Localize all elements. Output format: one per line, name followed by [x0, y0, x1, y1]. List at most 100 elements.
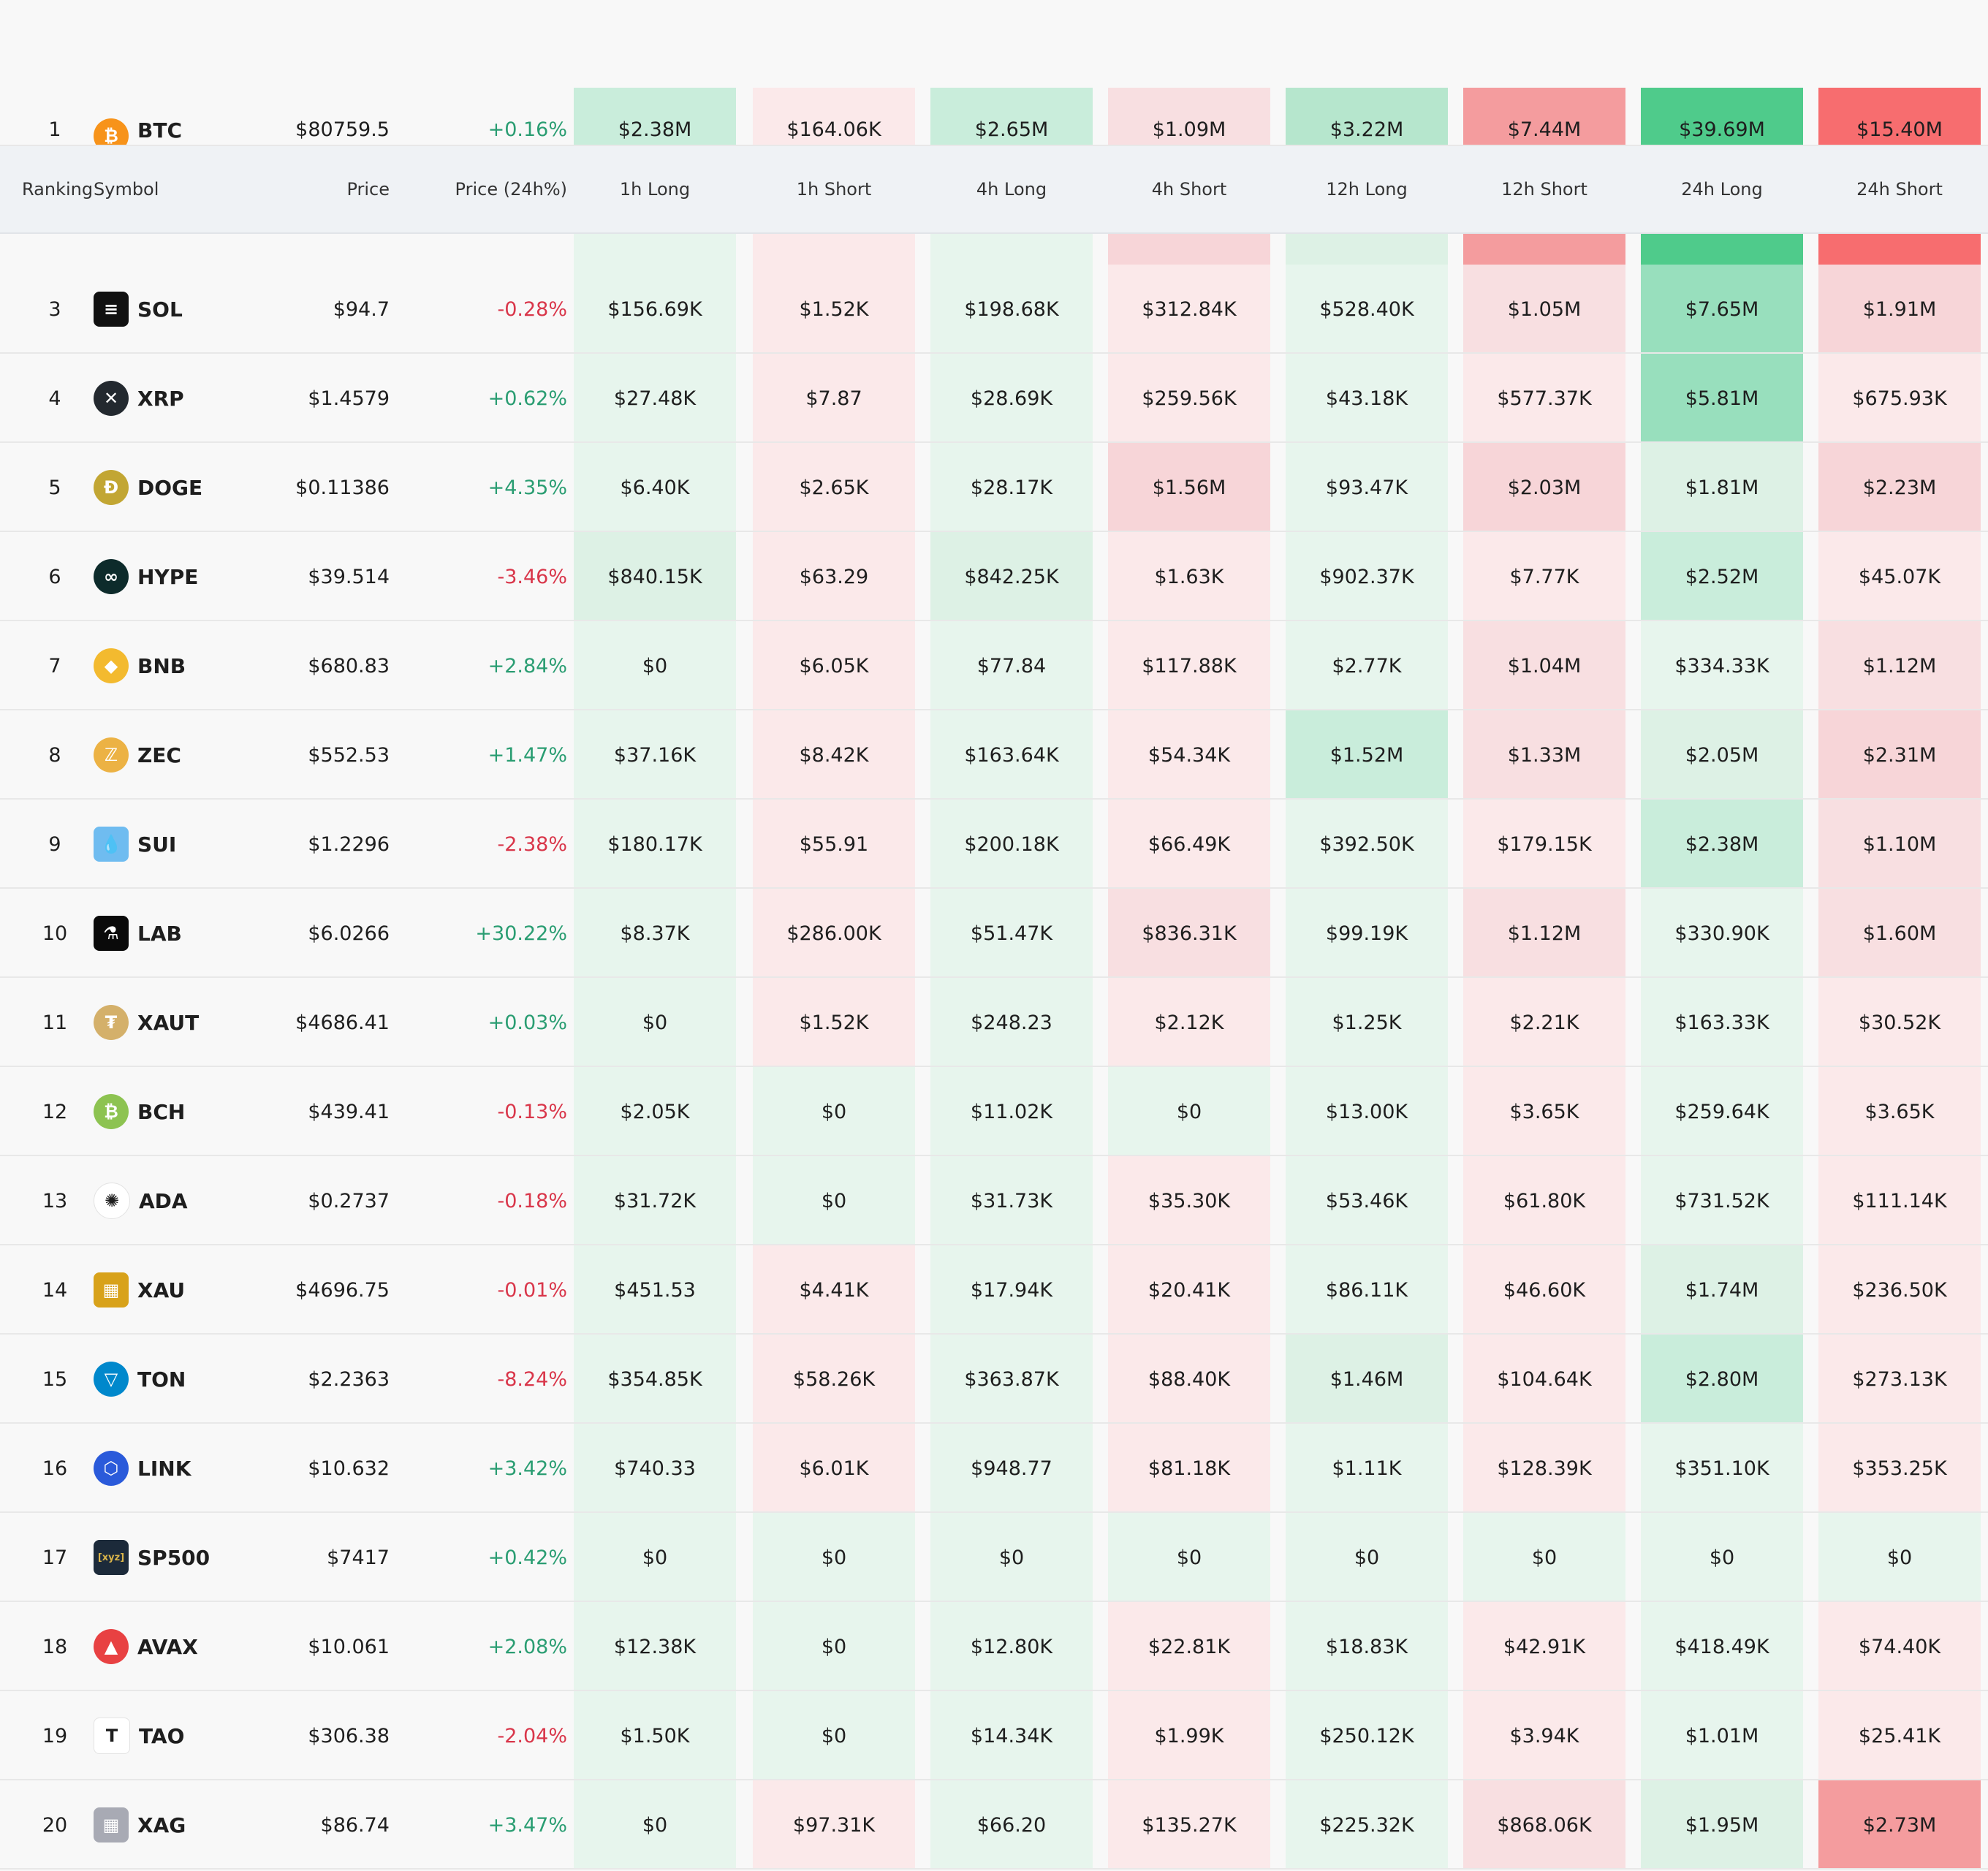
liquidation-cell[interactable]: $6.01K — [753, 1424, 915, 1513]
liquidation-cell[interactable]: $1.11K — [1286, 1424, 1448, 1513]
liquidation-cell[interactable]: $2.80M — [1641, 1335, 1803, 1424]
liquidation-cell[interactable]: $354.85K — [574, 1335, 736, 1424]
table-row[interactable]: $840.15K $63.29 $842.25K $1.63K $902.37K $7.7… — [0, 532, 1988, 621]
column-header-symbol[interactable]: Symbol — [94, 146, 181, 232]
table-row[interactable]: $31.72K $0 $31.73K $35.30K $53.46K $61.80K $73… — [0, 1156, 1988, 1245]
liquidation-cell[interactable]: $2.23M — [1818, 443, 1981, 532]
liquidation-cell[interactable]: $1.95M — [1641, 1780, 1803, 1870]
liquidation-cell[interactable]: $7.65M — [1641, 265, 1803, 354]
liquidation-cell[interactable]: $163.33K — [1641, 978, 1803, 1067]
column-header-12h-short[interactable]: 12h Short — [1463, 146, 1625, 232]
liquidation-cell[interactable]: $1.10M — [1818, 800, 1981, 889]
liquidation-cell[interactable]: $46.60K — [1463, 1245, 1625, 1335]
column-header-24h-long[interactable]: 24h Long — [1641, 146, 1803, 232]
liquidation-cell[interactable]: $2.05K — [574, 1067, 736, 1156]
liquidation-cell[interactable]: $836.31K — [1108, 889, 1270, 978]
liquidation-cell[interactable]: $351.10K — [1641, 1424, 1803, 1513]
liquidation-cell[interactable]: $0 — [574, 621, 736, 710]
liquidation-cell[interactable]: $334.33K — [1641, 621, 1803, 710]
column-header-price[interactable]: Price — [241, 146, 390, 232]
liquidation-cell[interactable]: $948.77 — [930, 1424, 1093, 1513]
liquidation-cell[interactable]: $0 — [1108, 1513, 1270, 1602]
liquidation-cell[interactable]: $163.64K — [930, 710, 1093, 800]
column-header-4h-long[interactable]: 4h Long — [930, 146, 1093, 232]
liquidation-cell[interactable]: $1.52K — [753, 265, 915, 354]
liquidation-cell[interactable]: $61.80K — [1463, 1156, 1625, 1245]
liquidation-cell[interactable]: $731.52K — [1641, 1156, 1803, 1245]
liquidation-cell[interactable]: $81.18K — [1108, 1424, 1270, 1513]
liquidation-cell[interactable]: $5.81M — [1641, 354, 1803, 443]
liquidation-cell[interactable]: $31.73K — [930, 1156, 1093, 1245]
liquidation-cell[interactable]: $15.40M — [1818, 88, 1981, 146]
liquidation-cell[interactable]: $0 — [574, 1513, 736, 1602]
liquidation-cell[interactable]: $7.44M — [1463, 88, 1625, 146]
liquidation-cell[interactable]: $1.09M — [1108, 88, 1270, 146]
liquidation-cell[interactable]: $63.29 — [753, 532, 915, 621]
liquidation-cell[interactable]: $902.37K — [1286, 532, 1448, 621]
liquidation-cell[interactable]: $2.38M — [1641, 800, 1803, 889]
liquidation-cell[interactable]: $11.02K — [930, 1067, 1093, 1156]
liquidation-cell[interactable]: $53.46K — [1286, 1156, 1448, 1245]
liquidation-cell[interactable]: $77.84 — [930, 621, 1093, 710]
liquidation-cell[interactable]: $675.93K — [1818, 354, 1981, 443]
column-header-1h-long[interactable]: 1h Long — [574, 146, 736, 232]
liquidation-cell[interactable]: $2.21K — [1463, 978, 1625, 1067]
liquidation-cell[interactable]: $12.38K — [574, 1602, 736, 1691]
liquidation-cell[interactable]: $14.34K — [930, 1691, 1093, 1780]
liquidation-cell[interactable]: $451.53 — [574, 1245, 736, 1335]
table-row[interactable]: $156.69K $1.52K $198.68K $312.84K $528.40K $1… — [0, 265, 1988, 354]
table-row[interactable]: $2.38M $164.06K $2.65M $1.09M $3.22M $7.44M $3… — [0, 0, 1988, 153]
liquidation-cell[interactable]: $39.69M — [1641, 88, 1803, 146]
liquidation-cell[interactable]: $88.40K — [1108, 1335, 1270, 1424]
liquidation-cell[interactable]: $0 — [1818, 1513, 1981, 1602]
liquidation-cell[interactable]: $28.69K — [930, 354, 1093, 443]
liquidation-cell[interactable]: $577.37K — [1463, 354, 1625, 443]
liquidation-cell[interactable]: $418.49K — [1641, 1602, 1803, 1691]
liquidation-cell[interactable]: $3.65K — [1463, 1067, 1625, 1156]
liquidation-cell[interactable]: $93.47K — [1286, 443, 1448, 532]
table-row[interactable]: $740.33 $6.01K $948.77 $81.18K $1.11K $128.39… — [0, 1424, 1988, 1513]
table-row[interactable]: $0 $97.31K $66.20 $135.27K $225.32K $868.06K $… — [0, 1780, 1988, 1870]
liquidation-cell[interactable]: $111.14K — [1818, 1156, 1981, 1245]
liquidation-cell[interactable]: $25.41K — [1818, 1691, 1981, 1780]
liquidation-cell[interactable]: $840.15K — [574, 532, 736, 621]
table-row[interactable]: $6.40K $2.65K $28.17K $1.56M $93.47K $2.03M $1… — [0, 443, 1988, 532]
liquidation-cell[interactable]: $1.12M — [1463, 889, 1625, 978]
liquidation-cell[interactable]: $1.04M — [1463, 621, 1625, 710]
liquidation-cell[interactable]: $4.41K — [753, 1245, 915, 1335]
liquidation-cell[interactable]: $156.69K — [574, 265, 736, 354]
liquidation-cell[interactable]: $259.56K — [1108, 354, 1270, 443]
table-row[interactable]: $0 $0 $0 $0 $0 $0 $0 $0 17 [xyz] SP500 $7417 +0.42% — [0, 1513, 1988, 1602]
table-row[interactable]: $2.05K $0 $11.02K $0 $13.00K $3.65K $259.64K $3… — [0, 1067, 1988, 1156]
liquidation-cell[interactable]: $2.77K — [1286, 621, 1448, 710]
liquidation-cell[interactable]: $392.50K — [1286, 800, 1448, 889]
liquidation-cell[interactable]: $2.52M — [1641, 532, 1803, 621]
table-row[interactable]: $180.17K $55.91 $200.18K $66.49K $392.50K $17… — [0, 800, 1988, 889]
column-header-4h-short[interactable]: 4h Short — [1108, 146, 1270, 232]
liquidation-cell[interactable]: $2.05M — [1641, 710, 1803, 800]
liquidation-cell[interactable]: $0 — [1108, 1067, 1270, 1156]
liquidation-cell[interactable]: $20.41K — [1108, 1245, 1270, 1335]
liquidation-cell[interactable]: $54.34K — [1108, 710, 1270, 800]
liquidation-cell[interactable]: $128.39K — [1463, 1424, 1625, 1513]
liquidation-cell[interactable]: $42.91K — [1463, 1602, 1625, 1691]
liquidation-cell[interactable]: $273.13K — [1818, 1335, 1981, 1424]
liquidation-cell[interactable]: $2.12K — [1108, 978, 1270, 1067]
table-row[interactable]: $354.85K $58.26K $363.87K $88.40K $1.46M $104… — [0, 1335, 1988, 1424]
liquidation-cell[interactable]: $1.01M — [1641, 1691, 1803, 1780]
liquidation-cell[interactable]: $0 — [753, 1513, 915, 1602]
column-header-1h-short[interactable]: 1h Short — [753, 146, 915, 232]
liquidation-cell[interactable]: $27.48K — [574, 354, 736, 443]
liquidation-cell[interactable]: $363.87K — [930, 1335, 1093, 1424]
liquidation-cell[interactable]: $1.25K — [1286, 978, 1448, 1067]
liquidation-cell[interactable]: $12.80K — [930, 1602, 1093, 1691]
liquidation-cell[interactable]: $30.52K — [1818, 978, 1981, 1067]
table-row[interactable]: $1.50K $0 $14.34K $1.99K $250.12K $3.94K $1.01… — [0, 1691, 1988, 1780]
liquidation-cell[interactable]: $1.74M — [1641, 1245, 1803, 1335]
liquidation-cell[interactable]: $7.87 — [753, 354, 915, 443]
liquidation-cell[interactable]: $868.06K — [1463, 1780, 1625, 1870]
liquidation-cell[interactable]: $1.91M — [1818, 265, 1981, 354]
liquidation-cell[interactable]: $7.77K — [1463, 532, 1625, 621]
liquidation-cell[interactable]: $22.81K — [1108, 1602, 1270, 1691]
liquidation-cell[interactable]: $0 — [574, 978, 736, 1067]
